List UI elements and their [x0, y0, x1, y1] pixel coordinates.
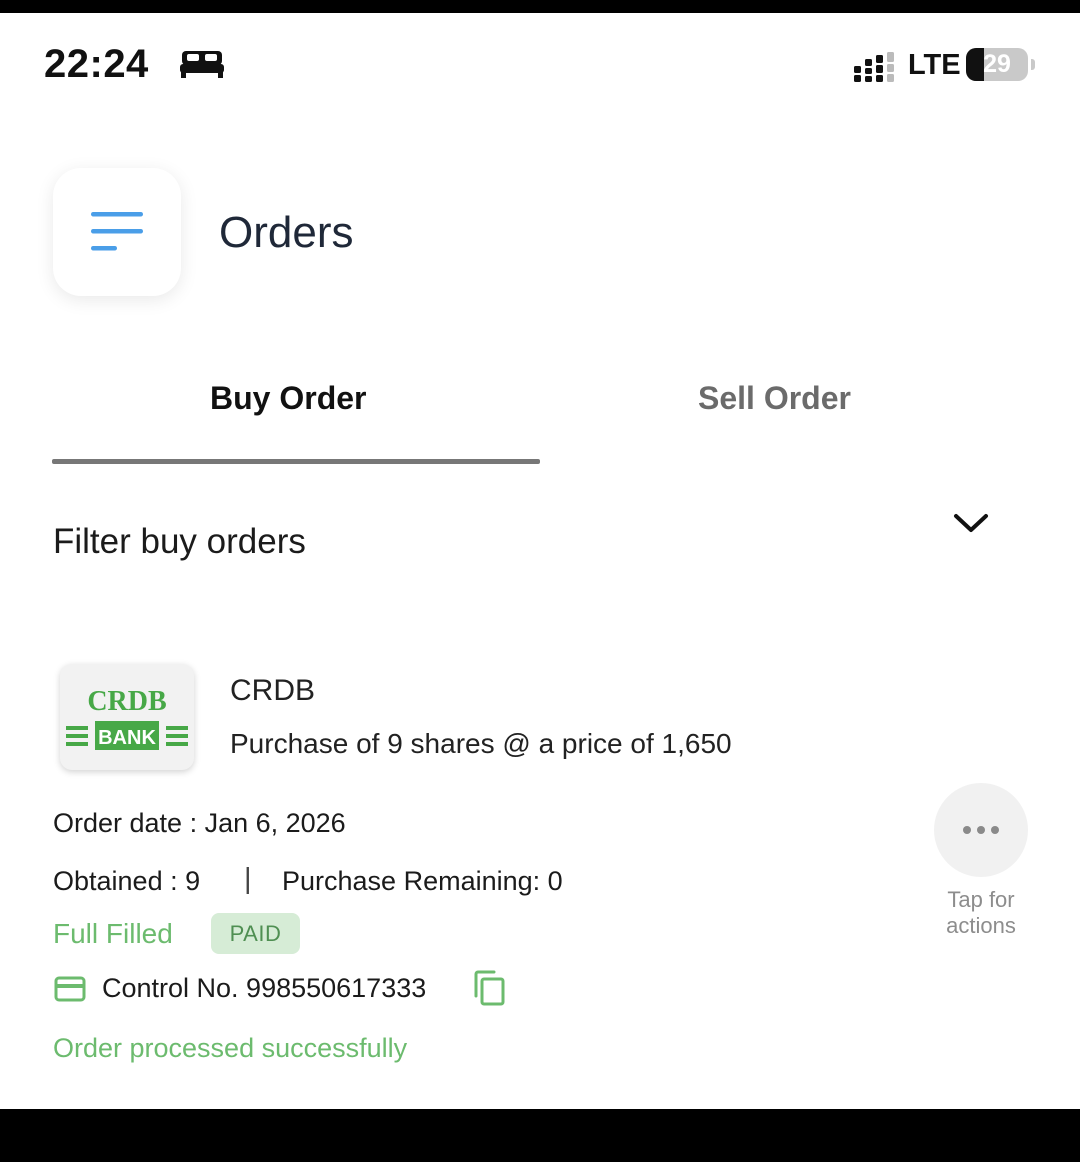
copy-icon[interactable] — [472, 970, 506, 1006]
battery-tip — [1031, 59, 1035, 70]
obtained-count: Obtained : 9 — [53, 866, 201, 896]
credit-card-icon — [54, 976, 86, 1002]
bed-icon — [180, 51, 224, 78]
fulfillment-status: Full Filled — [53, 918, 173, 949]
actions-hint: Tap for actions — [946, 887, 1016, 938]
menu-icon — [91, 212, 143, 251]
order-message: Order processed successfully — [53, 1033, 408, 1063]
signal-icon — [854, 52, 894, 82]
bottom-black-bar — [0, 1109, 1080, 1162]
purchase-remaining: Purchase Remaining: 0 — [282, 866, 563, 896]
separator: | — [244, 863, 252, 895]
network-type: LTE — [908, 49, 961, 81]
chevron-down-icon[interactable] — [952, 510, 990, 536]
purchase-description: Purchase of 9 shares @ a price of 1,650 — [230, 728, 732, 759]
status-time: 22:24 — [44, 42, 149, 86]
company-logo: CRDB BANK — [60, 664, 194, 770]
more-actions-button[interactable] — [934, 783, 1028, 877]
logo-bottom-text: BANK — [98, 727, 156, 749]
battery-percent: 29 — [983, 50, 1011, 78]
tab-sell-order[interactable]: Sell Order — [698, 380, 851, 417]
battery-icon: 29 — [966, 48, 1028, 81]
menu-button[interactable] — [53, 168, 181, 296]
page-title: Orders — [219, 208, 354, 257]
company-name: CRDB — [230, 674, 316, 707]
order-date: Order date : Jan 6, 2026 — [53, 808, 346, 838]
filter-label[interactable]: Filter buy orders — [53, 522, 306, 562]
control-number: Control No. 998550617333 — [102, 973, 427, 1003]
more-horizontal-icon — [963, 826, 999, 834]
tab-buy-order[interactable]: Buy Order — [210, 380, 366, 417]
logo-top-text: CRDB — [87, 686, 166, 717]
payment-status-badge: PAID — [211, 913, 300, 954]
active-tab-indicator — [52, 459, 540, 464]
top-black-bar — [0, 0, 1080, 13]
